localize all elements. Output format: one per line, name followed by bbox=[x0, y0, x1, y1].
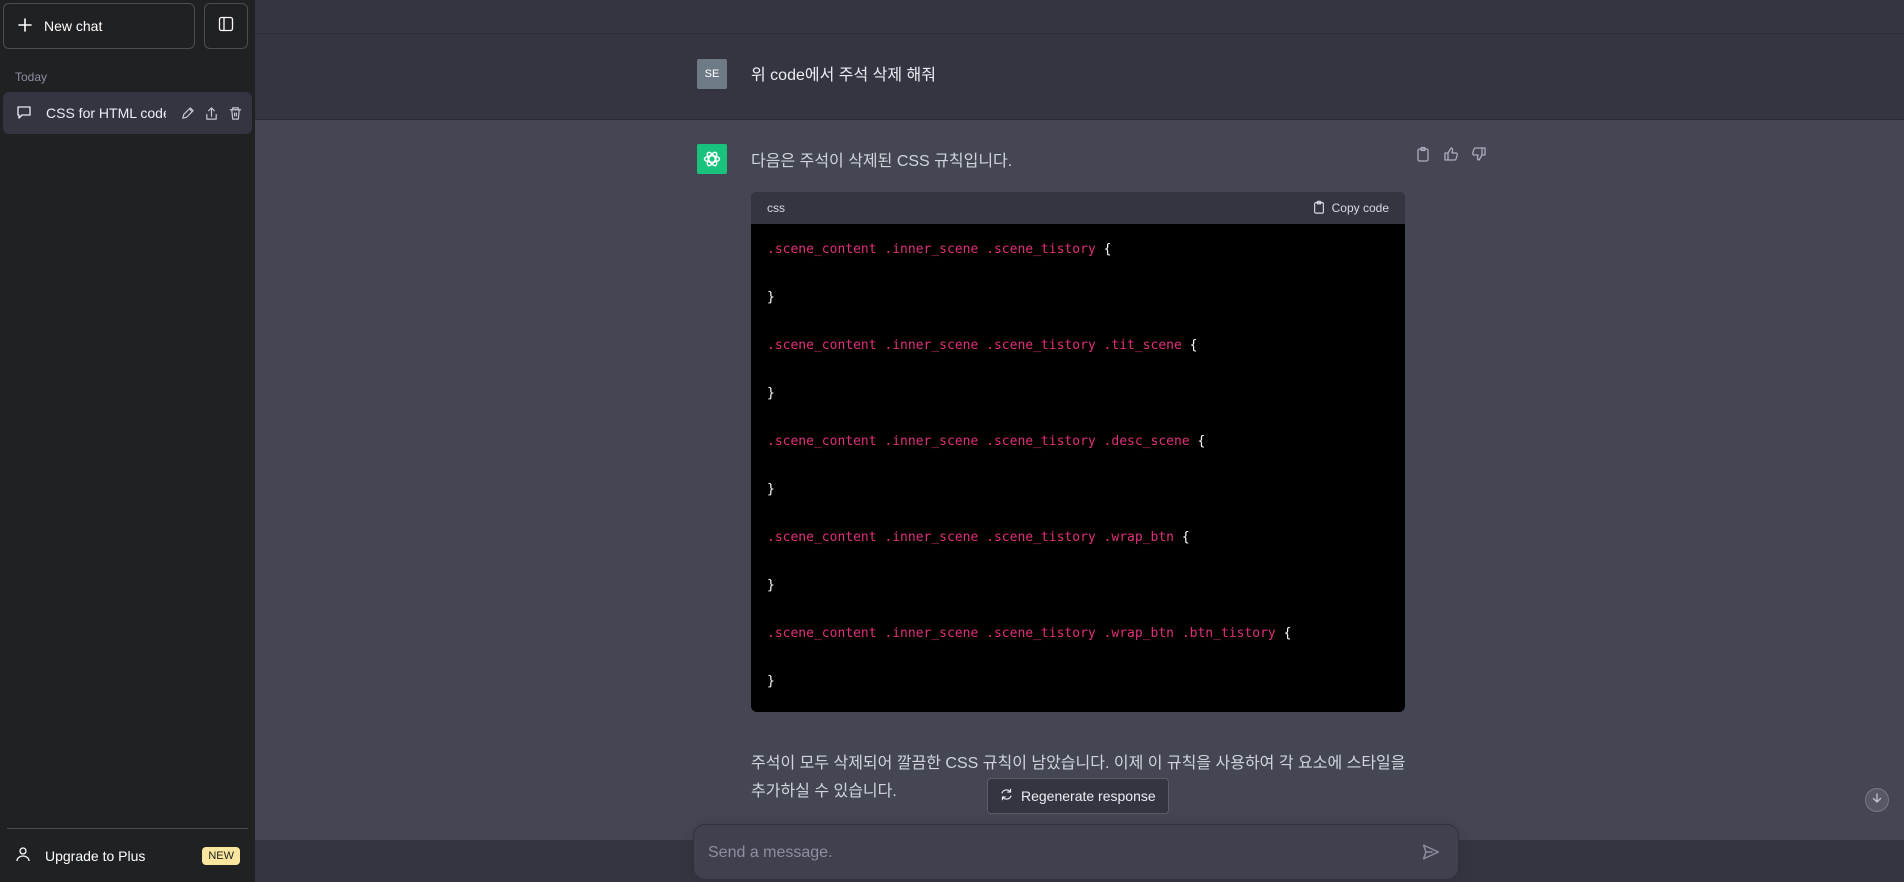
arrow-down-icon bbox=[1871, 791, 1883, 809]
message-composer bbox=[693, 824, 1459, 880]
new-chat-button[interactable]: New chat bbox=[3, 3, 195, 49]
sidebar-top: New chat bbox=[0, 0, 255, 51]
chat-bubble-icon bbox=[16, 104, 32, 123]
section-label-today: Today bbox=[15, 70, 48, 84]
assistant-intro-text: 다음은 주석이 삭제된 CSS 규칙입니다. bbox=[751, 153, 1013, 170]
code-line: } bbox=[767, 290, 775, 305]
chatgpt-logo-icon bbox=[697, 144, 727, 174]
copy-code-label: Copy code bbox=[1331, 201, 1389, 215]
edit-icon[interactable] bbox=[180, 106, 195, 121]
sidebar-panel-icon bbox=[218, 16, 234, 37]
code-line: } bbox=[767, 482, 775, 497]
new-chat-label: New chat bbox=[44, 18, 103, 34]
user-message-text: 위 code에서 주석 삭제 해줘 bbox=[751, 67, 936, 84]
share-icon[interactable] bbox=[204, 106, 219, 121]
clipboard-icon bbox=[1312, 200, 1326, 217]
top-strip bbox=[255, 0, 1904, 34]
sidebar: New chat Today CSS for HTML code Upgrade… bbox=[0, 0, 255, 882]
refresh-icon bbox=[1000, 788, 1013, 804]
user-avatar: SE bbox=[697, 59, 727, 89]
regenerate-label: Regenerate response bbox=[1021, 788, 1156, 804]
chat-item-title: CSS for HTML code bbox=[46, 105, 166, 121]
upgrade-to-plus-button[interactable]: Upgrade to Plus NEW bbox=[7, 828, 248, 882]
assistant-message-row: 다음은 주석이 삭제된 CSS 규칙입니다. css Copy code .sc… bbox=[255, 120, 1904, 840]
chat-item-actions bbox=[180, 106, 252, 121]
thumbs-up-icon[interactable] bbox=[1443, 146, 1459, 162]
clipboard-icon[interactable] bbox=[1415, 146, 1431, 162]
code-line: .scene_content .inner_scene .scene_tisto… bbox=[767, 626, 1292, 641]
code-line: } bbox=[767, 578, 775, 593]
toggle-sidebar-button[interactable] bbox=[204, 3, 248, 49]
code-line: .scene_content .inner_scene .scene_tisto… bbox=[767, 242, 1112, 257]
scroll-to-bottom-button[interactable] bbox=[1865, 788, 1889, 812]
regenerate-response-button[interactable]: Regenerate response bbox=[987, 778, 1169, 814]
thumbs-down-icon[interactable] bbox=[1471, 146, 1487, 162]
code-block: css Copy code .scene_content .inner_scen… bbox=[751, 192, 1405, 712]
main-chat-area: SE 위 code에서 주석 삭제 해줘 다음은 주석이 삭제된 CSS 규칙입… bbox=[255, 0, 1904, 882]
copy-code-button[interactable]: Copy code bbox=[1312, 200, 1389, 217]
code-language-label: css bbox=[767, 201, 785, 215]
upgrade-label: Upgrade to Plus bbox=[45, 847, 146, 864]
send-icon[interactable] bbox=[1422, 843, 1440, 861]
message-input[interactable] bbox=[708, 841, 1398, 865]
code-line: .scene_content .inner_scene .scene_tisto… bbox=[767, 530, 1190, 545]
message-actions bbox=[1415, 146, 1487, 162]
code-line: } bbox=[767, 386, 775, 401]
new-badge: NEW bbox=[202, 846, 240, 865]
code-line: .scene_content .inner_scene .scene_tisto… bbox=[767, 338, 1198, 353]
trash-icon[interactable] bbox=[228, 106, 243, 121]
sidebar-chat-item[interactable]: CSS for HTML code bbox=[3, 92, 252, 134]
user-icon bbox=[15, 846, 31, 865]
code-line: .scene_content .inner_scene .scene_tisto… bbox=[767, 434, 1206, 449]
plus-icon bbox=[18, 17, 32, 35]
code-line: } bbox=[767, 674, 775, 689]
code-body: .scene_content .inner_scene .scene_tisto… bbox=[751, 224, 1405, 708]
code-block-header: css Copy code bbox=[751, 192, 1405, 224]
user-message-row: SE 위 code에서 주석 삭제 해줘 bbox=[255, 34, 1904, 120]
